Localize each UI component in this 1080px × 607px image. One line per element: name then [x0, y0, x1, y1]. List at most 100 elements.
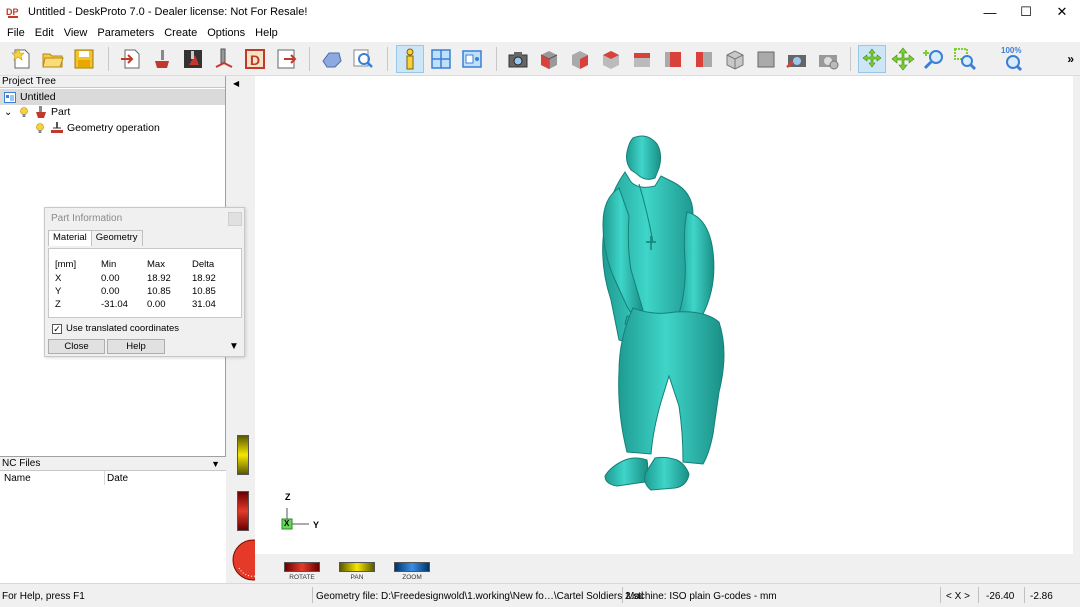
axis-x-label: X	[284, 519, 290, 528]
checkbox-box[interactable]: ✓	[52, 323, 62, 334]
menu-help[interactable]: Help	[250, 24, 283, 42]
row-max: 10.85	[147, 286, 171, 297]
dialog-title-bar[interactable]: Part Information	[45, 208, 244, 230]
zoom-label: ZOOM	[402, 574, 422, 581]
vertical-rotate-slider[interactable]	[237, 491, 249, 531]
dialog-expand-arrow-icon[interactable]: ▼	[229, 341, 239, 352]
info-icon[interactable]	[396, 45, 424, 73]
header-min: Min	[101, 259, 117, 270]
tab-geometry[interactable]: Geometry	[90, 230, 143, 246]
zoom-slider[interactable]	[394, 562, 430, 572]
lightbulb-icon[interactable]	[18, 106, 30, 118]
status-divider	[622, 587, 623, 603]
column-date[interactable]: Date	[107, 473, 128, 484]
svg-text:D: D	[250, 52, 260, 68]
part-information-dialog: Part Information Material Geometry [mm] …	[44, 207, 245, 357]
pan-slider[interactable]	[339, 562, 375, 572]
rotate-slider[interactable]	[284, 562, 320, 572]
tab-material[interactable]: Material	[48, 230, 92, 246]
row-max: 0.00	[147, 299, 166, 310]
simulation-icon[interactable]	[318, 45, 346, 73]
translated-coordinates-checkbox[interactable]: ✓ Use translated coordinates	[52, 323, 179, 334]
tree-label-part: Part	[51, 106, 71, 118]
minimize-button[interactable]: —	[972, 0, 1008, 24]
part-parameters-icon[interactable]	[148, 45, 176, 73]
close-dialog-button[interactable]: Close	[48, 339, 105, 354]
checkbox-label: Use translated coordinates	[66, 323, 180, 334]
status-divider	[940, 587, 941, 603]
viewport-controls: ROTATE PAN ZOOM	[255, 554, 1080, 583]
row-min: 0.00	[101, 286, 120, 297]
3d-viewport[interactable]: Z X Y	[255, 76, 1073, 554]
dropdown-arrow-icon[interactable]: ▼	[211, 457, 220, 471]
operation-parameters-icon[interactable]	[179, 45, 207, 73]
vertical-zoom-slider[interactable]	[237, 435, 249, 475]
import-geometry-icon[interactable]	[117, 45, 145, 73]
nc-files-title: NC Files	[2, 458, 41, 469]
collapse-arrow-icon[interactable]: ◀	[233, 79, 239, 88]
zoom-100-icon[interactable]: 100%	[998, 45, 1028, 73]
column-divider[interactable]	[104, 471, 105, 485]
close-button[interactable]: ✕	[1044, 0, 1080, 24]
tree-label-operation: Geometry operation	[67, 122, 160, 134]
bitmap-operation-icon[interactable]: D	[241, 45, 269, 73]
camera-icon[interactable]	[504, 45, 532, 73]
menu-edit[interactable]: Edit	[30, 24, 59, 42]
tree-item-geometry-operation[interactable]: Geometry operation	[34, 120, 160, 136]
menu-parameters[interactable]: Parameters	[92, 24, 159, 42]
cutter-parameters-icon[interactable]	[210, 45, 238, 73]
status-coord-2: -2.86	[1030, 591, 1053, 602]
toolbar-overflow-button[interactable]: »	[1067, 52, 1074, 66]
status-help-text: For Help, press F1	[2, 591, 85, 602]
view-bottom-icon[interactable]	[721, 45, 749, 73]
app-logo-icon: DP	[6, 5, 20, 19]
window-view-icon[interactable]	[458, 45, 486, 73]
menu-create[interactable]: Create	[159, 24, 202, 42]
toolbar-separator	[309, 47, 310, 71]
zoom-window-icon[interactable]	[951, 45, 979, 73]
status-divider	[978, 587, 979, 603]
menu-options[interactable]: Options	[202, 24, 250, 42]
view-front-icon[interactable]	[566, 45, 594, 73]
camera-settings-icon[interactable]	[814, 45, 842, 73]
header-max: Max	[147, 259, 165, 270]
viewport-right-strip	[1073, 76, 1080, 554]
view-iso-icon[interactable]	[535, 45, 563, 73]
nc-files-columns: Name Date	[0, 471, 226, 485]
export-nc-icon[interactable]	[272, 45, 300, 73]
expand-chevron-icon[interactable]: ⌄	[4, 107, 16, 118]
dialog-close-icon[interactable]	[228, 212, 242, 226]
lightbulb-icon[interactable]	[34, 122, 46, 134]
view-top-icon[interactable]	[628, 45, 656, 73]
preview-search-icon[interactable]	[349, 45, 377, 73]
main-toolbar: D 100% »	[0, 42, 1080, 76]
camera-reset-icon[interactable]	[783, 45, 811, 73]
column-name[interactable]: Name	[4, 473, 31, 484]
status-bar: For Help, press F1 Geometry file: D:\Fre…	[0, 583, 1080, 607]
status-axis-selector[interactable]: < X >	[946, 591, 970, 602]
view-left-icon[interactable]	[690, 45, 718, 73]
layout-icon[interactable]	[427, 45, 455, 73]
status-machine: Machine: ISO plain G-codes - mm	[626, 591, 777, 602]
tree-item-untitled[interactable]: Untitled	[0, 89, 225, 105]
row-min: 0.00	[101, 273, 120, 284]
soldier-model	[602, 135, 725, 491]
menu-view[interactable]: View	[59, 24, 93, 42]
row-delta: 18.92	[192, 273, 216, 284]
maximize-button[interactable]: ☐	[1008, 0, 1044, 24]
title-bar: DP Untitled - DeskProto 7.0 - Dealer lic…	[0, 0, 1080, 24]
axis-z-label: Z	[285, 492, 291, 502]
pan-view-icon[interactable]	[889, 45, 917, 73]
rotate-view-icon[interactable]	[858, 45, 886, 73]
view-right-icon[interactable]	[597, 45, 625, 73]
view-solid-icon[interactable]	[752, 45, 780, 73]
save-icon[interactable]	[70, 45, 98, 73]
help-dialog-button[interactable]: Help	[107, 339, 165, 354]
open-folder-icon[interactable]	[39, 45, 67, 73]
menu-file[interactable]: File	[2, 24, 30, 42]
tree-item-part[interactable]: ⌄ Part	[4, 104, 70, 120]
new-file-icon[interactable]	[8, 45, 36, 73]
view-back-icon[interactable]	[659, 45, 687, 73]
nc-files-header: NC Files ▼	[0, 457, 226, 471]
zoom-view-icon[interactable]	[920, 45, 948, 73]
